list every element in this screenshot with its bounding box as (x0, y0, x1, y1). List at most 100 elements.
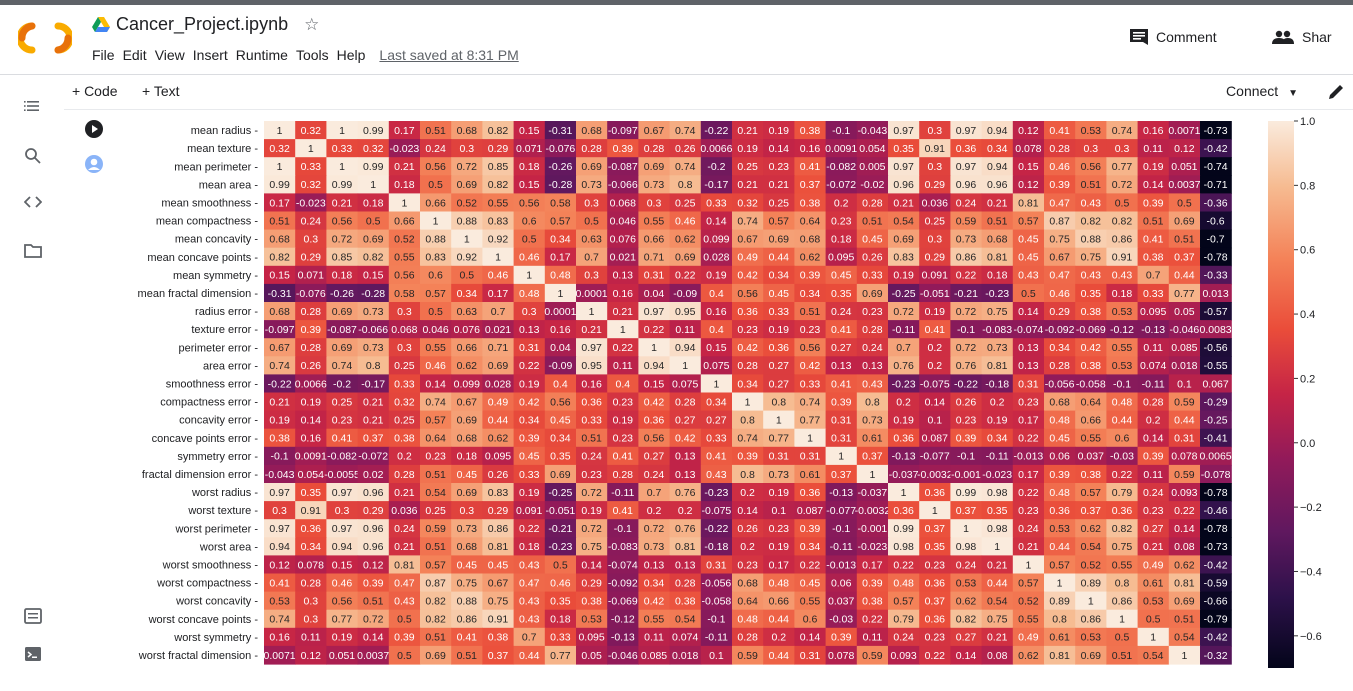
cell-value: 0.13 (831, 360, 852, 372)
cell-value: 0.26 (737, 523, 758, 535)
cell-value: -0.087 (608, 161, 638, 173)
cell-value: 0.21 (1143, 541, 1164, 553)
cell-value: 0.23 (925, 559, 946, 571)
cell-value: 0.66 (394, 215, 415, 227)
cell-value: 0.35 (1081, 288, 1102, 300)
cell-value: 0.96 (363, 487, 384, 499)
cell-value: 0.56 (550, 396, 571, 408)
cell-value: 0.018 (672, 650, 698, 662)
cell-value: 0.18 (519, 161, 540, 173)
cell-value: 0.73 (987, 342, 1008, 354)
cell-value: 0.13 (675, 469, 696, 481)
cell-value: 0.2 (896, 396, 911, 408)
cell-value: 0.32 (301, 179, 322, 191)
cell-value: -0.043 (265, 469, 295, 481)
cell-value: 0.79 (1112, 487, 1133, 499)
cell-value: 0.77 (550, 650, 571, 662)
cell-value: 0.6 (428, 270, 443, 282)
row-label: mean symmetry - (173, 270, 258, 282)
cell-value: 0.13 (675, 559, 696, 571)
cell-value: 0.076 (454, 324, 480, 336)
cell-value: 0.53 (1081, 632, 1102, 644)
cell-value: 0.28 (675, 396, 696, 408)
cell-value: 0.57 (1018, 215, 1039, 227)
cell-value: 0.94 (269, 541, 290, 553)
cell-value: -0.1 (614, 523, 632, 535)
cell-value: 0.21 (363, 396, 384, 408)
cell-value: 0.63 (581, 233, 602, 245)
cell-value: 0.14 (425, 378, 446, 390)
cell-value: 0.38 (800, 197, 821, 209)
cell-value: 0.41 (613, 505, 634, 517)
cell-value: 0.72 (581, 523, 602, 535)
cell-value: 0.3 (397, 342, 412, 354)
cell-value: 0.86 (1112, 233, 1133, 245)
cell-value: 0.26 (488, 469, 509, 481)
cell-value: 0.81 (1018, 197, 1039, 209)
cell-value: 0.076 (610, 233, 636, 245)
cell-value: 0.89 (1081, 577, 1102, 589)
cell-value: -0.1 (832, 125, 850, 137)
cell-value: -0.03 (1110, 451, 1134, 463)
cell-value: 0.078 (1015, 143, 1041, 155)
cell-value: 1 (745, 396, 751, 408)
cell-value: 0.28 (301, 306, 322, 318)
cell-value: 0.51 (425, 469, 446, 481)
cell-value: 0.39 (1049, 179, 1070, 191)
cell-value: -0.6 (1207, 215, 1225, 227)
cell-value: 0.068 (391, 324, 417, 336)
cell-value: 0.74 (675, 161, 696, 173)
cell-value: 0.34 (1049, 342, 1070, 354)
cell-value: 0.82 (425, 614, 446, 626)
cell-value: 0.05 (581, 650, 602, 662)
cell-value: 0.37 (956, 505, 977, 517)
cell-value: 0.12 (1174, 143, 1195, 155)
cell-value: 0.2 (397, 451, 412, 463)
cell-value: -0.73 (1204, 125, 1228, 137)
row-label: worst perimeter - (174, 523, 258, 535)
cell-value: 0.88 (425, 233, 446, 245)
cell-value: 0.34 (457, 288, 478, 300)
cell-value: -0.046 (608, 650, 638, 662)
cell-value: 0.05 (1174, 306, 1195, 318)
cell-value: 0.73 (862, 414, 883, 426)
cell-value: 0.34 (550, 233, 571, 245)
cell-value: 0.15 (644, 378, 665, 390)
cell-value: 0.58 (394, 288, 415, 300)
cell-value: 0.69 (769, 233, 790, 245)
cell-value: 0.5 (428, 306, 443, 318)
cell-value: -0.1 (957, 451, 975, 463)
cell-value: 0.43 (1081, 270, 1102, 282)
cell-value: 0.57 (893, 595, 914, 607)
cell-value: 0.22 (1112, 469, 1133, 481)
cell-value: -0.12 (1110, 324, 1134, 336)
cell-value: 0.7 (647, 487, 662, 499)
cell-value: 0.98 (893, 541, 914, 553)
cell-value: 0.74 (737, 433, 758, 445)
cell-value: 0.14 (769, 143, 790, 155)
cell-value: 0.0001 (576, 288, 608, 300)
cell-value: 0.17 (394, 125, 415, 137)
cell-value: 0.21 (332, 197, 353, 209)
cell-value: 0.43 (519, 595, 540, 607)
cell-value: 0.53 (1112, 306, 1133, 318)
cell-value: 0.11 (1143, 469, 1163, 481)
cell-value: 0.88 (457, 595, 478, 607)
cell-value: 0.39 (394, 632, 415, 644)
cell-value: 0.099 (454, 378, 480, 390)
cell-value: 0.96 (363, 541, 384, 553)
cell-value: 0.21 (1018, 541, 1039, 553)
cell-value: 0.27 (769, 360, 790, 372)
cell-value: 0.0037 (357, 650, 389, 662)
cell-value: -0.076 (296, 288, 326, 300)
cell-value: 0.2 (927, 360, 942, 372)
cell-value: -0.42 (1204, 559, 1228, 571)
cell-value: 0.26 (675, 143, 696, 155)
cell-value: 0.95 (581, 360, 602, 372)
cell-value: 1 (339, 125, 345, 137)
cell-value: 0.51 (1143, 215, 1164, 227)
cell-value: 0.19 (581, 505, 602, 517)
cell-value: 0.095 (1140, 306, 1166, 318)
colorbar (1268, 121, 1294, 668)
cell-value: 0.64 (800, 215, 821, 227)
